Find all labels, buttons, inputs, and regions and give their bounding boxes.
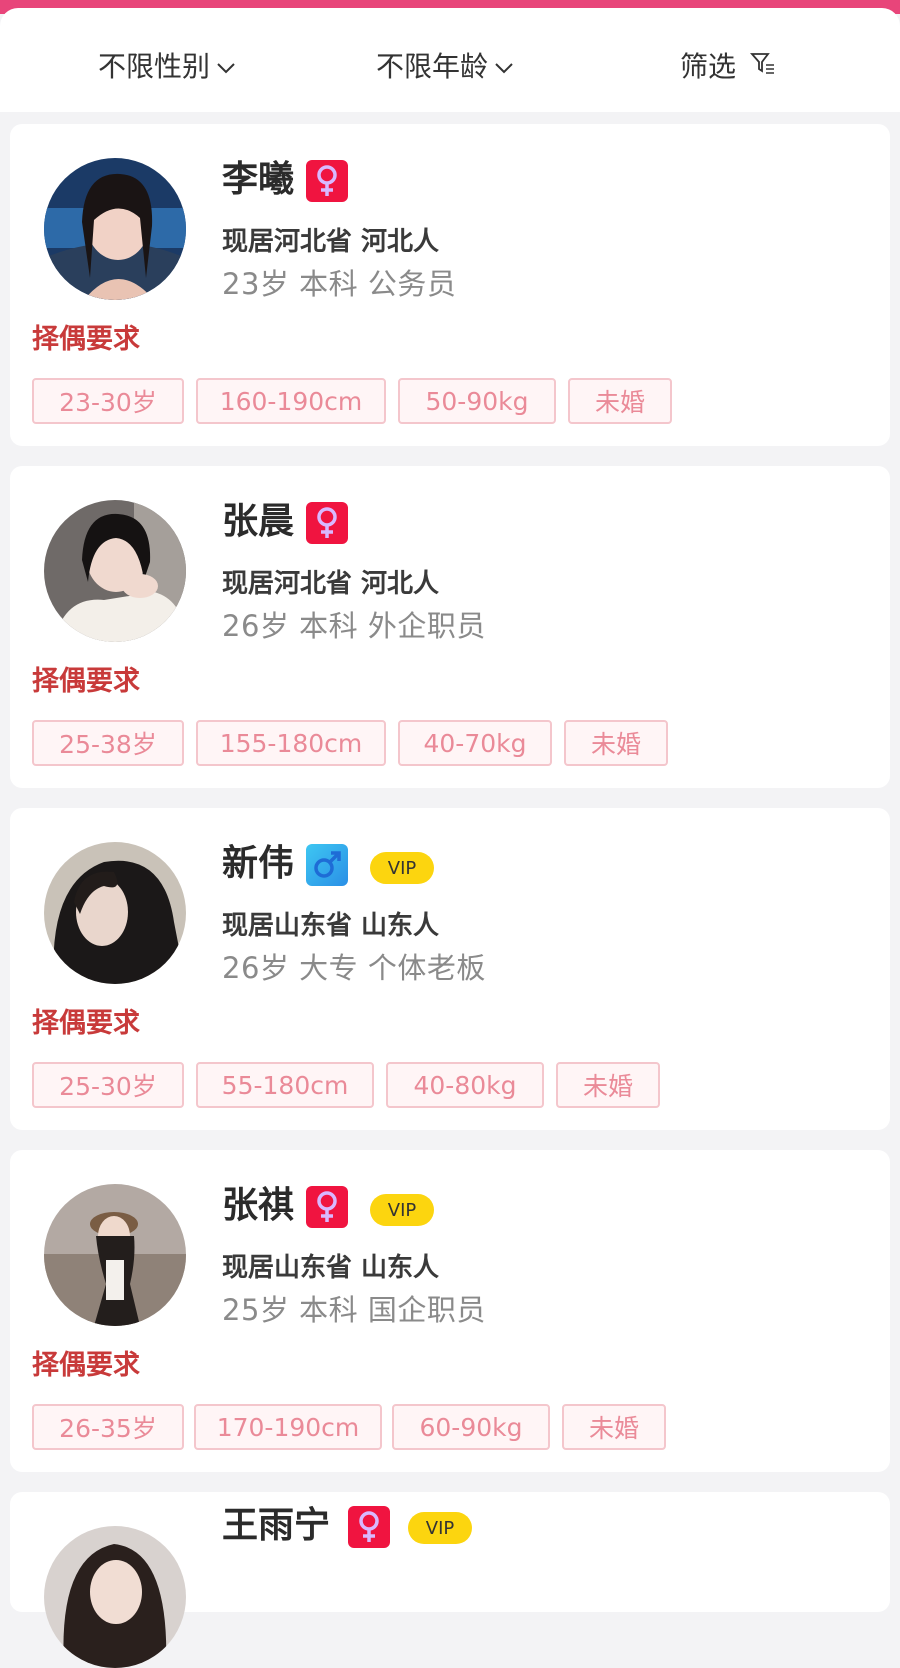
gender-filter-label: 不限性别	[98, 50, 211, 83]
profile-name: 王雨宁	[222, 1505, 331, 1546]
profile-name: 张晨	[222, 501, 295, 542]
tag-weight-range: 60-90kg	[392, 1404, 550, 1450]
female-symbol-icon	[348, 1506, 390, 1548]
requirement-label: 择偶要求	[32, 666, 140, 697]
tag-age-range: 23-30岁	[32, 378, 184, 424]
profile-name: 李曦	[222, 159, 295, 200]
female-symbol-icon	[306, 160, 348, 202]
profile-info: 26岁 大专 个体老板	[222, 951, 486, 985]
vip-badge: VIP	[370, 852, 434, 884]
female-symbol-icon	[306, 502, 348, 544]
age-filter-dropdown[interactable]: 不限年龄	[376, 44, 514, 86]
profile-info: 26岁 本科 外企职员	[222, 609, 486, 643]
filter-funnel-icon	[750, 49, 776, 82]
requirement-label: 择偶要求	[32, 1350, 140, 1381]
tag-age-range: 26-35岁	[32, 1404, 184, 1450]
tag-marital-status: 未婚	[556, 1062, 660, 1108]
chevron-down-icon	[494, 49, 514, 82]
profile-location: 现居山东省 山东人	[222, 1253, 440, 1283]
tag-marital-status: 未婚	[568, 378, 672, 424]
tag-weight-range: 50-90kg	[398, 378, 556, 424]
avatar[interactable]	[44, 1184, 186, 1326]
profile-name: 新伟	[222, 843, 295, 884]
tag-weight-range: 40-80kg	[386, 1062, 544, 1108]
age-filter-label: 不限年龄	[376, 50, 489, 83]
profile-location: 现居山东省 山东人	[222, 911, 440, 941]
vip-badge: VIP	[370, 1194, 434, 1226]
avatar[interactable]	[44, 842, 186, 984]
profile-card[interactable]: 李曦 现居河北省 河北人 23岁 本科 公务员 择偶要求 23-30岁 160-…	[10, 124, 890, 446]
tag-height-range: 160-190cm	[196, 378, 386, 424]
requirement-label: 择偶要求	[32, 1008, 140, 1039]
profile-card[interactable]: 张晨 现居河北省 河北人 26岁 本科 外企职员 择偶要求 25-38岁 155…	[10, 466, 890, 788]
male-symbol-icon	[306, 844, 348, 886]
avatar[interactable]	[44, 1526, 186, 1668]
profile-location: 现居河北省 河北人	[222, 569, 440, 599]
filter-bar: 不限性别 不限年龄 筛选	[0, 8, 900, 112]
profile-info: 23岁 本科 公务员	[222, 267, 457, 301]
tag-weight-range: 40-70kg	[398, 720, 552, 766]
profile-location: 现居河北省 河北人	[222, 227, 440, 257]
tag-marital-status: 未婚	[562, 1404, 666, 1450]
tag-marital-status: 未婚	[564, 720, 668, 766]
tag-height-range: 170-190cm	[194, 1404, 382, 1450]
tag-height-range: 155-180cm	[196, 720, 386, 766]
requirement-label: 择偶要求	[32, 324, 140, 355]
tag-age-range: 25-38岁	[32, 720, 184, 766]
profile-name: 张祺	[222, 1185, 295, 1226]
vip-badge: VIP	[408, 1512, 472, 1544]
avatar[interactable]	[44, 158, 186, 300]
avatar[interactable]	[44, 500, 186, 642]
profile-card[interactable]: 王雨宁 VIP	[10, 1492, 890, 1668]
tag-height-range: 55-180cm	[196, 1062, 374, 1108]
profile-info: 25岁 本科 国企职员	[222, 1293, 486, 1327]
profile-card[interactable]: 张祺 VIP 现居山东省 山东人 25岁 本科 国企职员 择偶要求 26-35岁…	[10, 1150, 890, 1472]
filter-label: 筛选	[680, 50, 737, 83]
chevron-down-icon	[216, 49, 236, 82]
tag-age-range: 25-30岁	[32, 1062, 184, 1108]
filter-button[interactable]: 筛选	[680, 44, 776, 86]
profile-card[interactable]: 新伟 VIP 现居山东省 山东人 26岁 大专 个体老板 择偶要求 25-30岁…	[10, 808, 890, 1130]
female-symbol-icon	[306, 1186, 348, 1228]
gender-filter-dropdown[interactable]: 不限性别	[98, 44, 236, 86]
